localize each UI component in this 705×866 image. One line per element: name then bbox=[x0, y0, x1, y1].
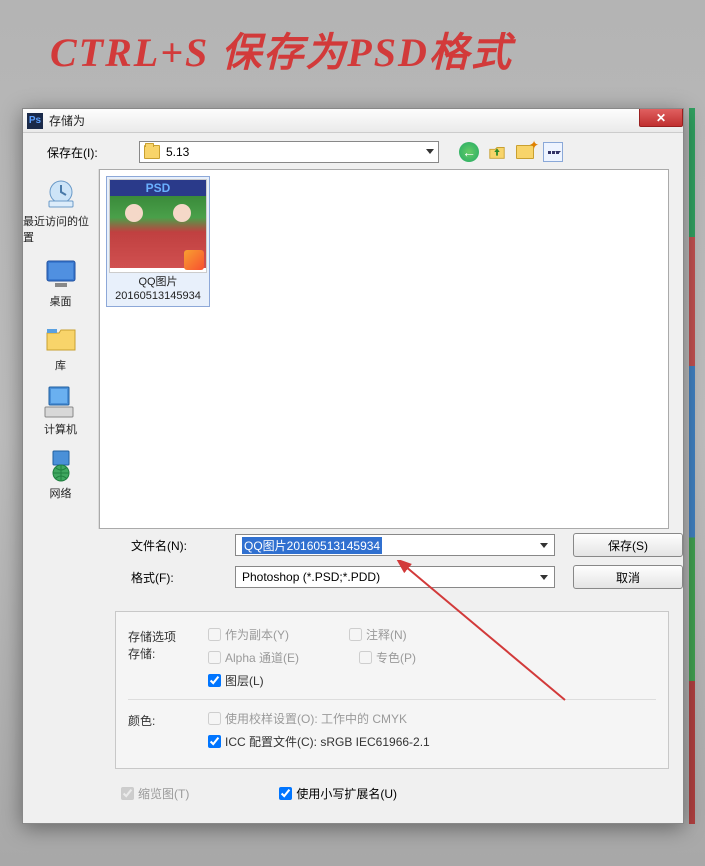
place-label: 库 bbox=[55, 357, 66, 373]
chevron-down-icon bbox=[555, 151, 561, 154]
filename-value: QQ图片20160513145934 bbox=[242, 537, 382, 554]
place-label: 网络 bbox=[50, 485, 72, 501]
new-folder-button[interactable]: ✦ bbox=[515, 142, 535, 162]
dialog-title: 存储为 bbox=[49, 112, 85, 129]
annotation-text: CTRL+S 保存为PSD格式 bbox=[50, 20, 513, 78]
photoshop-icon: Ps bbox=[27, 113, 43, 129]
computer-icon bbox=[43, 385, 79, 419]
save-options-box: 存储选项 存储: 作为副本(Y) 注释(N) Alpha 通道(E) 专色(P)… bbox=[115, 611, 669, 769]
back-button[interactable]: ← bbox=[459, 142, 479, 162]
lowercase-ext-checkbox[interactable]: 使用小写扩展名(U) bbox=[279, 785, 397, 802]
chevron-down-icon bbox=[540, 575, 548, 580]
location-dropdown[interactable]: 5.13 bbox=[139, 141, 439, 163]
place-recent[interactable]: 最近访问的位置 bbox=[23, 173, 98, 249]
folder-icon bbox=[144, 145, 160, 159]
notes-checkbox: 注释(N) bbox=[349, 626, 407, 643]
corner-badge-icon bbox=[184, 250, 204, 270]
location-row: 保存在(I): 5.13 ← ✦ bbox=[23, 133, 683, 169]
network-icon bbox=[43, 449, 79, 483]
format-label: 格式(F): bbox=[131, 569, 217, 586]
chevron-down-icon bbox=[426, 149, 434, 154]
format-value: Photoshop (*.PSD;*.PDD) bbox=[242, 570, 380, 584]
format-dropdown[interactable]: Photoshop (*.PSD;*.PDD) bbox=[235, 566, 555, 588]
file-thumbnail[interactable]: PSD QQ图片 20160513145934 bbox=[106, 176, 210, 307]
psd-badge: PSD bbox=[110, 180, 206, 196]
thumbnail-caption: QQ图片 20160513145934 bbox=[109, 275, 207, 304]
view-menu-button[interactable] bbox=[543, 142, 563, 162]
cancel-button[interactable]: 取消 bbox=[573, 565, 683, 589]
titlebar: Ps 存储为 ✕ bbox=[23, 109, 683, 133]
location-label: 保存在(I): bbox=[47, 144, 133, 161]
thumbnail-ext-row: 缩览图(T) 使用小写扩展名(U) bbox=[121, 785, 669, 802]
place-computer[interactable]: 计算机 bbox=[23, 381, 98, 441]
color-label: 颜色: bbox=[128, 710, 208, 729]
location-value: 5.13 bbox=[166, 145, 189, 159]
chevron-down-icon bbox=[540, 543, 548, 548]
close-icon: ✕ bbox=[656, 111, 666, 125]
place-label: 计算机 bbox=[44, 421, 77, 437]
file-list-area[interactable]: PSD QQ图片 20160513145934 bbox=[99, 169, 669, 529]
place-label: 桌面 bbox=[50, 293, 72, 309]
back-arrow-icon: ← bbox=[462, 144, 476, 160]
sparkle-icon: ✦ bbox=[529, 138, 539, 152]
right-color-strip bbox=[689, 108, 695, 824]
grid-dot-icon bbox=[548, 151, 551, 154]
places-sidebar: 最近访问的位置 桌面 库 计算机 bbox=[23, 169, 99, 529]
thumbnail-preview: PSD bbox=[109, 179, 207, 273]
recent-icon bbox=[43, 177, 79, 211]
filename-input[interactable]: QQ图片20160513145934 bbox=[235, 534, 555, 556]
up-folder-button[interactable] bbox=[487, 142, 507, 162]
save-button[interactable]: 保存(S) bbox=[573, 533, 683, 557]
close-button[interactable]: ✕ bbox=[639, 109, 683, 127]
place-label: 最近访问的位置 bbox=[23, 213, 98, 245]
library-icon bbox=[43, 321, 79, 355]
filename-format-area: 文件名(N): QQ图片20160513145934 保存(S) 格式(F): … bbox=[23, 529, 683, 593]
nav-toolbar: ← ✦ bbox=[459, 142, 563, 162]
layers-checkbox[interactable]: 图层(L) bbox=[208, 672, 416, 689]
icc-checkbox[interactable]: ICC 配置文件(C): sRGB IEC61966-2.1 bbox=[208, 733, 430, 750]
place-network[interactable]: 网络 bbox=[23, 445, 98, 505]
spot-checkbox: 专色(P) bbox=[359, 649, 416, 666]
save-as-dialog: Ps 存储为 ✕ 保存在(I): 5.13 ← ✦ bbox=[22, 108, 684, 824]
proof-checkbox: 使用校样设置(O): 工作中的 CMYK bbox=[208, 710, 430, 727]
desktop-icon bbox=[43, 257, 79, 291]
thumbnail-checkbox: 缩览图(T) bbox=[121, 785, 189, 802]
dialog-body: 最近访问的位置 桌面 库 计算机 bbox=[23, 169, 683, 529]
place-desktop[interactable]: 桌面 bbox=[23, 253, 98, 313]
alpha-checkbox: Alpha 通道(E) bbox=[208, 649, 299, 666]
up-folder-icon bbox=[488, 143, 506, 161]
as-copy-checkbox[interactable]: 作为副本(Y) bbox=[208, 626, 289, 643]
filename-label: 文件名(N): bbox=[131, 537, 217, 554]
options-title: 存储选项 存储: bbox=[128, 626, 208, 662]
place-library[interactable]: 库 bbox=[23, 317, 98, 377]
